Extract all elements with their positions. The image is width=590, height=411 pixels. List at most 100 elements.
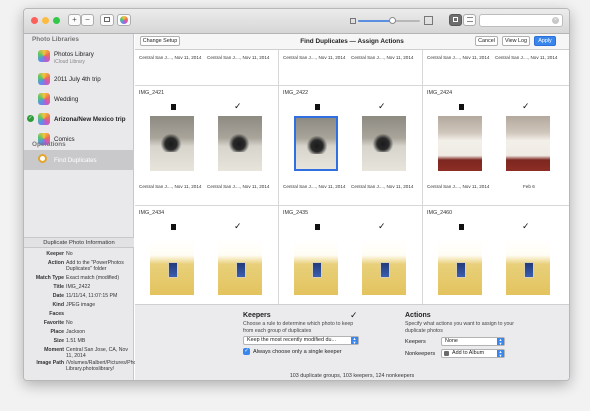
sidebar-item-wedding[interactable]: Wedding [24, 89, 134, 109]
photos-app-button[interactable] [117, 14, 131, 26]
photo-thumbnail[interactable] [362, 116, 406, 171]
minimize-window-button[interactable] [42, 17, 49, 24]
zoom-window-button[interactable] [53, 17, 60, 24]
photo-thumbnail[interactable] [506, 240, 550, 295]
keeper-rule-value: Keep the most recently modified du... [247, 337, 336, 343]
list-view-button[interactable] [463, 14, 476, 26]
photo-thumbnail-selected[interactable] [294, 116, 338, 171]
add-library-button[interactable]: + [68, 14, 81, 26]
sidebar-item-arizona-new-mexico-trip[interactable]: ✓ Arizona/New Mexico trip [24, 109, 134, 129]
library-info-button[interactable] [100, 14, 114, 26]
info-key: Faces [49, 311, 64, 317]
duplicates-grid[interactable]: Central San J...., Nov 11, 2014 Central … [135, 50, 569, 304]
photo-caption: Central San J...., Nov 11, 2014 [283, 55, 346, 60]
close-window-button[interactable] [31, 17, 38, 24]
search-field[interactable]: × [479, 14, 563, 27]
duplicate-group[interactable]: Central San J...., Nov 11, 2014 Central … [135, 50, 279, 86]
photo-thumbnail[interactable] [362, 240, 406, 295]
info-value: Add to the "PowerPhotos Duplicates" fold… [66, 260, 124, 272]
thumbnail-size-slider[interactable] [358, 17, 420, 24]
large-photo-icon [424, 16, 433, 25]
sidebar-item-2011-july-4th-trip[interactable]: 2011 July 4th trip [24, 69, 134, 89]
window-toolbar: + − × [24, 9, 569, 34]
keepers-action-value: None [445, 338, 458, 344]
small-photo-icon [350, 18, 356, 24]
duplicate-group[interactable]: IMG_2422 ✓ Central San J...., Nov 11, 20… [279, 86, 423, 206]
copy-icon [459, 224, 464, 230]
sidebar: Photo Libraries Photos Library iCloud Li… [24, 34, 143, 380]
photo-caption: Central San J...., Nov 11, 2014 [139, 184, 202, 189]
actions-heading: Actions [405, 312, 431, 319]
libraries-header: Photo Libraries [32, 36, 79, 43]
photo-thumbnail[interactable] [218, 240, 262, 295]
change-setup-button[interactable]: Change Setup [140, 36, 180, 46]
duplicate-group[interactable]: Central San J...., Nov 11, 2014 Central … [423, 50, 569, 86]
duplicate-group[interactable]: IMG_2421 ✓ Central San J...., Nov 11, 20… [135, 86, 279, 206]
keepers-action-popup[interactable]: None ▴ ▾ [441, 337, 505, 346]
view-log-button[interactable]: View Log [502, 36, 530, 46]
photo-caption: Central San J...., Nov 11, 2014 [495, 55, 558, 60]
photos-library-icon [38, 113, 50, 125]
duplicate-group[interactable]: IMG_2434 ✓ [135, 206, 279, 304]
keeper-check-icon: ✓ [234, 101, 242, 111]
photo-caption: Central San J...., Nov 11, 2014 [351, 55, 414, 60]
photo-thumbnail[interactable] [218, 116, 262, 171]
album-icon [444, 351, 449, 356]
nonkeepers-action-popup[interactable]: Add to Album ▴ ▾ [441, 349, 505, 358]
duplicate-group[interactable]: Central San J...., Nov 11, 2014 Central … [279, 50, 423, 86]
group-name: IMG_2421 [139, 90, 165, 96]
remove-library-button[interactable]: − [81, 14, 94, 26]
info-row-match-type: Match Type Exact match (modified) [24, 274, 134, 283]
info-row-moment: Moment Central San Jose, CA, Nov 11, 2014 [24, 346, 134, 359]
photo-thumbnail[interactable] [294, 240, 338, 295]
info-value: IMG_2422 [66, 284, 91, 290]
photo-caption: Central San J...., Nov 11, 2014 [207, 184, 270, 189]
slider-knob[interactable] [388, 17, 396, 24]
apply-button[interactable]: Apply [534, 36, 556, 46]
nonkeepers-action-value: Add to Album [452, 350, 485, 356]
photo-thumbnail[interactable] [506, 116, 550, 171]
photo-thumbnail[interactable] [438, 116, 482, 171]
photo-caption: Central San J...., Nov 11, 2014 [207, 55, 270, 60]
photo-caption: Central San J...., Nov 11, 2014 [139, 55, 202, 60]
keepers-heading: Keepers [243, 312, 271, 319]
app-window: + − × Photo Libraries Photos Library iCl… [23, 8, 570, 381]
slider-fill [358, 20, 393, 22]
info-panel-title: Duplicate Photo Information [24, 237, 134, 248]
info-value: Exact match (modified) [66, 275, 120, 281]
keeper-rule-popup[interactable]: Keep the most recently modified du... ▴ ▾ [243, 336, 359, 345]
keepers-description: Choose a rule to determine which photo t… [243, 321, 354, 334]
clear-search-icon[interactable]: × [552, 17, 559, 24]
chevron-updown-icon: ▴ ▾ [351, 336, 358, 344]
chevron-updown-icon: ▴ ▾ [497, 349, 504, 357]
single-keeper-label: Always choose only a single keeper [253, 349, 342, 355]
info-key: Size [53, 338, 64, 344]
photo-caption: Central San J...., Nov 11, 2014 [427, 55, 490, 60]
magnifier-icon [38, 154, 47, 163]
photo-thumbnail[interactable] [438, 240, 482, 295]
photo-thumbnail[interactable] [150, 240, 194, 295]
copy-icon [171, 224, 176, 230]
photo-thumbnail[interactable] [150, 116, 194, 171]
info-row-action: Action Add to the "PowerPhotos Duplicates… [24, 259, 134, 274]
grid-icon [104, 17, 110, 22]
duplicate-group[interactable]: IMG_2435 ✓ [279, 206, 423, 304]
info-row-title: Title IMG_2422 [24, 283, 134, 292]
keepers-action-label: Keepers [405, 339, 426, 345]
info-key: Match Type [35, 275, 64, 281]
sidebar-item-find-duplicates[interactable]: Find Duplicates [24, 150, 134, 170]
keeper-check-icon: ✓ [378, 101, 386, 111]
sidebar-item-photos-library[interactable]: Photos Library iCloud Library [24, 46, 134, 69]
keeper-check-icon: ✓ [378, 221, 386, 231]
info-key: Moment [44, 347, 64, 353]
grid-view-icon [453, 17, 458, 22]
info-key: Image Path [36, 360, 64, 366]
duplicate-group[interactable]: IMG_2424 ✓ Central San J...., Nov 11, 20… [423, 86, 569, 206]
info-row-date: Date 11/11/14, 11:07:15 PM [24, 292, 134, 301]
info-value: No [66, 251, 73, 257]
duplicate-group[interactable]: IMG_2460 ✓ [423, 206, 569, 304]
single-keeper-checkbox[interactable]: ✓ [243, 348, 250, 355]
grid-view-button[interactable] [449, 14, 462, 26]
cancel-button[interactable]: Cancel [475, 36, 498, 46]
copy-icon [459, 104, 464, 110]
